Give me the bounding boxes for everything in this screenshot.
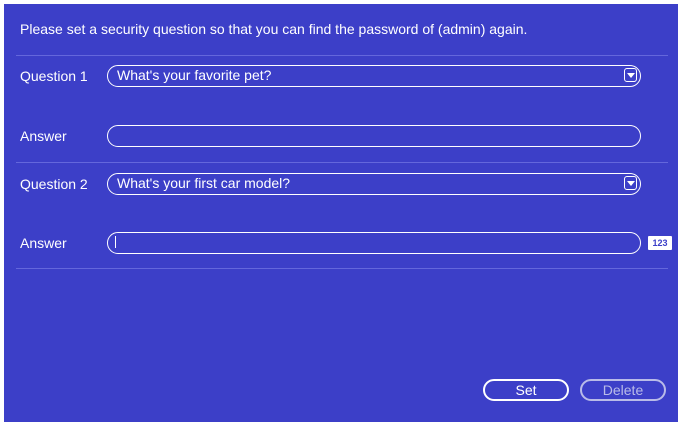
answer1-label: Answer <box>20 128 67 144</box>
question1-label: Question 1 <box>20 68 88 84</box>
set-button[interactable]: Set <box>483 379 569 401</box>
answer2-label: Answer <box>20 235 67 251</box>
instruction-text: Please set a security question so that y… <box>20 21 528 37</box>
answer1-input[interactable] <box>107 125 641 147</box>
question2-label: Question 2 <box>20 176 88 192</box>
answer2-input[interactable] <box>107 232 641 254</box>
chevron-down-icon[interactable] <box>624 176 637 190</box>
question1-select[interactable]: What's your favorite pet? <box>107 65 641 87</box>
question2-select[interactable]: What's your first car model? <box>107 173 641 195</box>
dialog-panel: Please set a security question so that y… <box>4 4 678 422</box>
delete-button[interactable]: Delete <box>580 379 666 401</box>
chevron-down-icon[interactable] <box>624 68 637 82</box>
divider <box>16 55 668 56</box>
divider <box>16 268 668 269</box>
security-question-dialog: Please set a security question so that y… <box>0 0 682 426</box>
input-mode-badge[interactable]: 123 <box>648 236 672 250</box>
divider <box>16 162 668 163</box>
text-cursor <box>115 236 116 248</box>
question1-selected-value: What's your favorite pet? <box>117 67 272 83</box>
question2-selected-value: What's your first car model? <box>117 175 291 191</box>
